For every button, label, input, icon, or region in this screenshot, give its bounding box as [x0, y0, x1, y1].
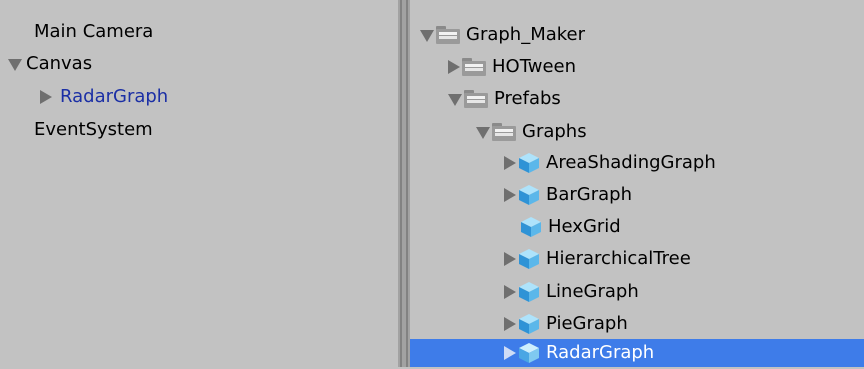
prefab-cube-icon — [519, 282, 539, 302]
project-item-piegraph[interactable]: PieGraph — [410, 308, 864, 340]
hierarchy-item-label: Canvas — [26, 53, 93, 74]
prefab-cube-icon — [519, 153, 539, 173]
expand-arrow-icon[interactable] — [448, 94, 462, 106]
hierarchy-item-label: Main Camera — [34, 21, 154, 42]
project-item-linegraph[interactable]: LineGraph — [410, 276, 864, 308]
project-item-label: Graph_Maker — [466, 24, 586, 45]
hierarchy-item-radargraph[interactable]: RadarGraph — [0, 81, 398, 113]
project-panel: Graph_Maker HOTween Prefabs Graphs AreaS… — [410, 0, 864, 367]
expand-arrow-icon[interactable] — [40, 90, 52, 104]
hierarchy-item-label: RadarGraph — [60, 86, 169, 107]
hierarchy-item-main-camera[interactable]: Main Camera — [0, 16, 398, 48]
project-item-label: Graphs — [522, 121, 587, 142]
project-item-areashadinggraph[interactable]: AreaShadingGraph — [410, 147, 864, 179]
project-item-label: RadarGraph — [546, 342, 655, 363]
expand-arrow-icon[interactable] — [504, 156, 516, 170]
project-item-label: HexGrid — [548, 216, 621, 237]
project-item-radargraph[interactable]: RadarGraph — [410, 339, 864, 367]
project-item-hexgrid[interactable]: HexGrid — [410, 211, 864, 243]
folder-icon — [462, 58, 486, 76]
project-item-graph-maker[interactable]: Graph_Maker — [410, 19, 864, 51]
hierarchy-item-label: EventSystem — [34, 119, 153, 140]
project-item-label: LineGraph — [546, 281, 639, 302]
expand-arrow-icon[interactable] — [504, 346, 516, 360]
expand-arrow-icon[interactable] — [504, 285, 516, 299]
folder-icon — [492, 123, 516, 141]
panel-splitter[interactable] — [398, 0, 410, 367]
hierarchy-item-canvas[interactable]: Canvas — [0, 48, 398, 80]
project-item-label: PieGraph — [546, 313, 628, 334]
expand-arrow-icon[interactable] — [420, 30, 434, 42]
project-item-label: BarGraph — [546, 184, 632, 205]
expand-arrow-icon[interactable] — [448, 60, 460, 74]
project-item-hierarchicaltree[interactable]: HierarchicalTree — [410, 243, 864, 275]
expand-arrow-icon[interactable] — [8, 59, 22, 71]
expand-arrow-icon[interactable] — [504, 317, 516, 331]
prefab-cube-icon — [519, 185, 539, 205]
prefab-cube-icon — [519, 314, 539, 334]
prefab-cube-icon — [519, 343, 539, 363]
prefab-cube-icon — [519, 249, 539, 269]
project-item-prefabs[interactable]: Prefabs — [410, 83, 864, 115]
project-item-label: AreaShadingGraph — [546, 152, 716, 173]
folder-icon — [464, 90, 488, 108]
hierarchy-item-eventsystem[interactable]: EventSystem — [0, 114, 398, 146]
project-item-label: Prefabs — [494, 88, 561, 109]
expand-arrow-icon[interactable] — [504, 252, 516, 266]
hierarchy-panel: Main Camera Canvas RadarGraph EventSyste… — [0, 0, 398, 367]
project-item-hotween[interactable]: HOTween — [410, 51, 864, 83]
expand-arrow-icon[interactable] — [504, 188, 516, 202]
prefab-cube-icon — [521, 217, 541, 237]
project-item-bargraph[interactable]: BarGraph — [410, 179, 864, 211]
project-item-label: HierarchicalTree — [546, 248, 691, 269]
expand-arrow-icon[interactable] — [476, 127, 490, 139]
folder-icon — [436, 26, 460, 44]
project-item-graphs[interactable]: Graphs — [410, 116, 864, 148]
project-item-label: HOTween — [492, 56, 576, 77]
